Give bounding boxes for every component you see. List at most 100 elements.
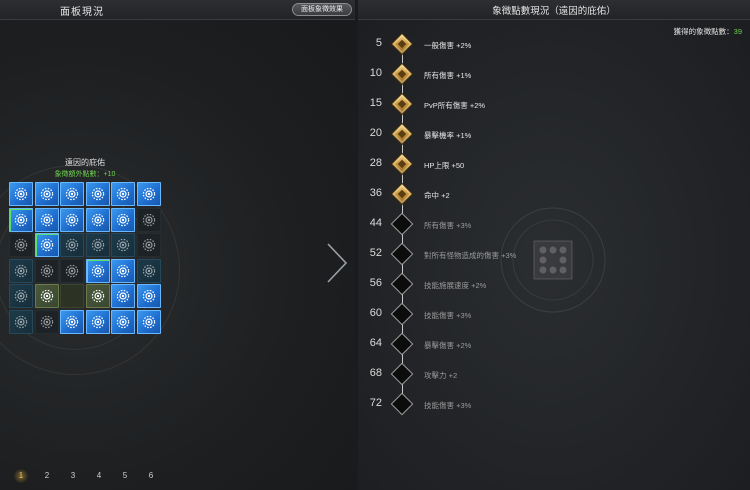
symbol-gear-icon [115, 212, 131, 228]
page-button[interactable]: 5 [112, 466, 138, 486]
board-tile[interactable] [34, 233, 59, 258]
milestone-level: 56 [369, 277, 382, 289]
milestone-row: 28 HP上限 +50 [358, 154, 750, 174]
board-tile[interactable] [9, 233, 33, 258]
milestone-effect: PvP所有傷害 +2% [424, 101, 486, 110]
board-tile[interactable] [9, 207, 33, 232]
locked-diamond-icon [392, 364, 412, 384]
symbol-gear-icon [39, 212, 55, 228]
board-tile[interactable] [111, 284, 136, 309]
symbol-gear-icon [39, 288, 55, 304]
milestone-effect: 對所有怪物造成的傷害 +3% [424, 251, 517, 260]
milestone-row: 44 所有傷害 +3% [358, 214, 750, 234]
board-tile[interactable] [60, 233, 85, 258]
board-tile[interactable] [34, 207, 59, 232]
board-tile[interactable] [60, 207, 85, 232]
board-tile[interactable] [60, 284, 85, 309]
milestone-effect: 一般傷害 +2% [424, 41, 472, 50]
milestone-row: 10 所有傷害 +1% [358, 64, 750, 84]
locked-diamond-icon [392, 244, 412, 264]
board-tile[interactable] [111, 182, 136, 206]
milestone-row: 52 對所有怪物造成的傷害 +3% [358, 244, 750, 264]
milestone-effect: 暴擊機率 +1% [424, 131, 472, 140]
board-tile[interactable] [60, 258, 85, 283]
page-button[interactable]: 6 [138, 466, 164, 486]
board-tile[interactable] [85, 284, 110, 309]
symbol-gear-icon [141, 212, 157, 228]
milestone-level: 20 [369, 127, 382, 139]
board-tile[interactable] [111, 258, 136, 283]
page-button-label: 2 [44, 471, 50, 480]
board-tile[interactable] [111, 233, 136, 258]
symbol-gear-icon [115, 186, 131, 202]
symbol-gear-icon [39, 314, 55, 330]
board-tile[interactable] [9, 258, 33, 283]
page-button[interactable]: 1 [8, 466, 34, 486]
symbol-gear-icon [90, 186, 106, 202]
board-tile[interactable] [85, 207, 110, 232]
board-tile[interactable] [85, 182, 110, 206]
board-page-nav: 1 2 3 4 5 6 [8, 466, 164, 486]
board-tile[interactable] [9, 309, 33, 334]
board-tile[interactable] [60, 182, 85, 206]
board-tile[interactable] [34, 182, 59, 206]
milestone-level: 10 [369, 67, 382, 79]
milestone-row: 20 暴擊機率 +1% [358, 124, 750, 144]
page-button[interactable]: 4 [86, 466, 112, 486]
board-tile[interactable] [136, 309, 161, 334]
milestone-level: 36 [369, 187, 382, 199]
symbol-gear-icon [90, 288, 106, 304]
symbol-points-header: 象徵點數現況（遠因的庇佑） [358, 0, 750, 20]
board-tile[interactable] [136, 207, 161, 232]
milestone-row: 64 暴擊傷害 +2% [358, 334, 750, 354]
board-tile[interactable] [136, 284, 161, 309]
locked-diamond-icon [392, 394, 412, 414]
milestone-effect: 技能傷害 +3% [424, 401, 472, 410]
board-tile[interactable] [34, 258, 59, 283]
symbol-points-panel: 象徵點數現況（遠因的庇佑） 獲得的象徵點數：39 5 一般傷害 +2% 10 所有傷害… [358, 0, 750, 490]
board-tile[interactable] [85, 309, 110, 334]
board-tile[interactable] [9, 182, 33, 206]
symbol-gear-icon [141, 186, 157, 202]
page-button-label: 1 [18, 471, 24, 480]
page-button-label: 3 [70, 471, 76, 480]
page-button[interactable]: 2 [34, 466, 60, 486]
symbol-gear-icon [115, 263, 131, 279]
board-tile[interactable] [60, 309, 85, 334]
unlocked-diamond-icon [392, 124, 412, 144]
board-tile[interactable] [9, 284, 33, 309]
milestone-effect: HP上限 +50 [424, 161, 465, 170]
board-name: 遠因的庇佑 [65, 158, 105, 167]
milestone-effect: 命中 +2 [424, 191, 450, 200]
milestone-level: 15 [369, 97, 382, 109]
milestone-row: 68 攻擊力 +2 [358, 364, 750, 384]
unlocked-diamond-icon [392, 154, 412, 174]
milestone-level: 64 [369, 337, 382, 349]
milestone-row: 72 技能傷害 +3% [358, 394, 750, 414]
board-tile[interactable] [34, 284, 59, 309]
page-button[interactable]: 3 [60, 466, 86, 486]
next-arrow-icon[interactable] [322, 240, 350, 286]
milestone-level: 52 [369, 247, 382, 259]
board-tile[interactable] [111, 207, 136, 232]
board-tile[interactable] [136, 258, 161, 283]
locked-diamond-icon [392, 334, 412, 354]
milestone-row: 15 PvP所有傷害 +2% [358, 94, 750, 114]
symbol-gear-icon [39, 263, 55, 279]
milestone-level: 60 [369, 307, 382, 319]
board-tile[interactable] [85, 233, 110, 258]
unlocked-diamond-icon [392, 94, 412, 114]
board-tile[interactable] [85, 258, 110, 283]
board-tile[interactable] [111, 309, 136, 334]
symbol-points-title: 象徵點數現況（遠因的庇佑） [492, 6, 616, 17]
board-tile[interactable] [136, 233, 161, 258]
milestone-row: 56 技能施展速度 +2% [358, 274, 750, 294]
board-effect-button[interactable]: 面板象徵效果 [292, 3, 352, 16]
symbol-gear-icon [13, 288, 29, 304]
symbol-gear-icon [115, 288, 131, 304]
milestone-row: 60 技能傷害 +3% [358, 304, 750, 324]
symbol-gear-icon [64, 212, 80, 228]
board-tile[interactable] [136, 182, 161, 206]
symbol-gear-icon [13, 263, 29, 279]
board-tile[interactable] [34, 309, 59, 334]
